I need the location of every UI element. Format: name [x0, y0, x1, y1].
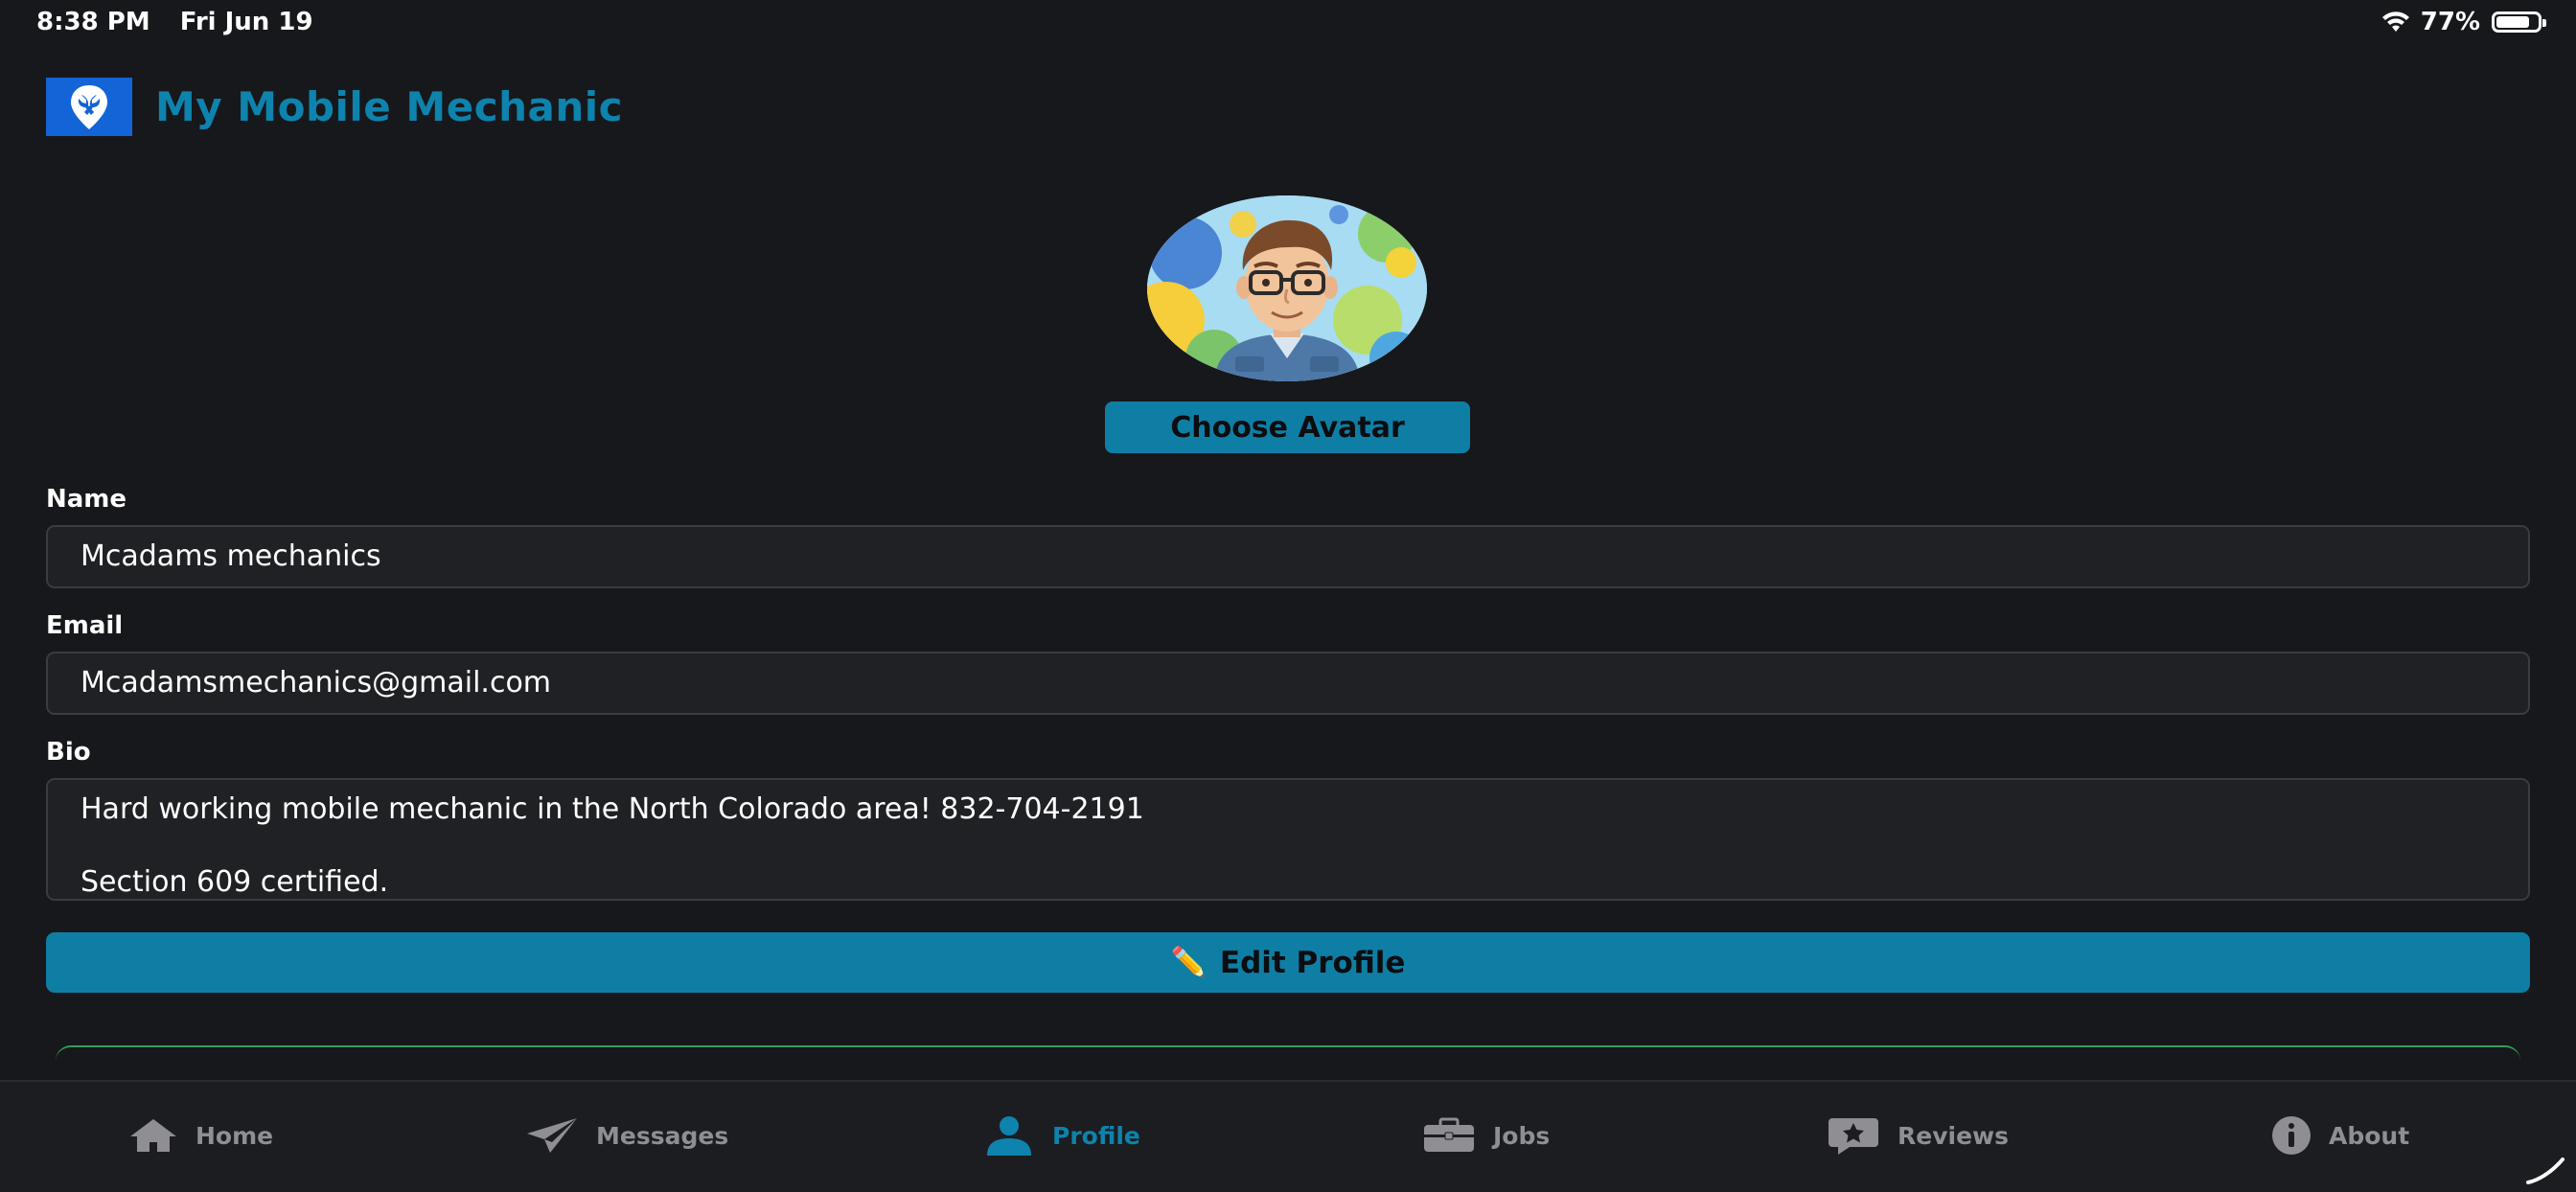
status-right: 77% [2380, 8, 2546, 36]
bio-label: Bio [46, 738, 91, 767]
content-card-partial [56, 1045, 2520, 1076]
status-time: 8:38 PM [36, 8, 150, 36]
avatar [1147, 195, 1427, 381]
paper-plane-icon [527, 1118, 577, 1153]
pencil-icon: ✏️ [1170, 946, 1207, 979]
wifi-icon [2381, 11, 2409, 32]
tab-label-home: Home [196, 1121, 274, 1150]
tab-profile[interactable]: Profile [983, 1111, 1140, 1160]
info-icon [2272, 1116, 2311, 1155]
battery-percent: 77% [2420, 8, 2480, 36]
status-date: Fri Jun 19 [179, 8, 313, 36]
tab-label-reviews: Reviews [1898, 1121, 2010, 1150]
home-indicator [2526, 1158, 2564, 1184]
choose-avatar-button[interactable]: Choose Avatar [1105, 401, 1470, 453]
name-field[interactable]: Mcadams mechanics [46, 525, 2530, 588]
tab-reviews[interactable]: Reviews [1827, 1111, 2009, 1160]
email-field[interactable]: Mcadamsmechanics@gmail.com [46, 652, 2530, 715]
tab-label-about: About [2329, 1121, 2410, 1150]
user-icon [987, 1116, 1031, 1156]
star-message-icon [1828, 1118, 1878, 1155]
name-label: Name [46, 485, 127, 514]
status-left: 8:38 PM Fri Jun 19 [36, 8, 334, 36]
edit-profile-label: Edit Profile [1219, 945, 1406, 980]
briefcase-icon [1424, 1117, 1474, 1152]
status-bar: 8:38 PM Fri Jun 19 77% [0, 0, 2576, 46]
battery-icon [2492, 11, 2546, 33]
logo-icon [46, 77, 132, 136]
tab-home[interactable]: Home [128, 1111, 273, 1160]
tab-label-messages: Messages [596, 1121, 729, 1150]
bottom-tab-bar: Home Messages Profile Jobs Reviews About [0, 1080, 2576, 1192]
tab-jobs[interactable]: Jobs [1422, 1111, 1550, 1160]
app-header: My Mobile Mechanic [46, 77, 623, 136]
email-label: Email [46, 611, 124, 640]
edit-profile-button[interactable]: ✏️ Edit Profile [46, 932, 2530, 993]
bio-field[interactable]: Hard working mobile mechanic in the Nort… [46, 778, 2530, 901]
tab-about[interactable]: About [2271, 1111, 2409, 1160]
app-title: My Mobile Mechanic [155, 82, 624, 130]
tab-label-jobs: Jobs [1493, 1121, 1551, 1150]
tab-label-profile: Profile [1052, 1121, 1140, 1150]
home-icon [130, 1119, 176, 1152]
tab-messages[interactable]: Messages [525, 1111, 728, 1160]
